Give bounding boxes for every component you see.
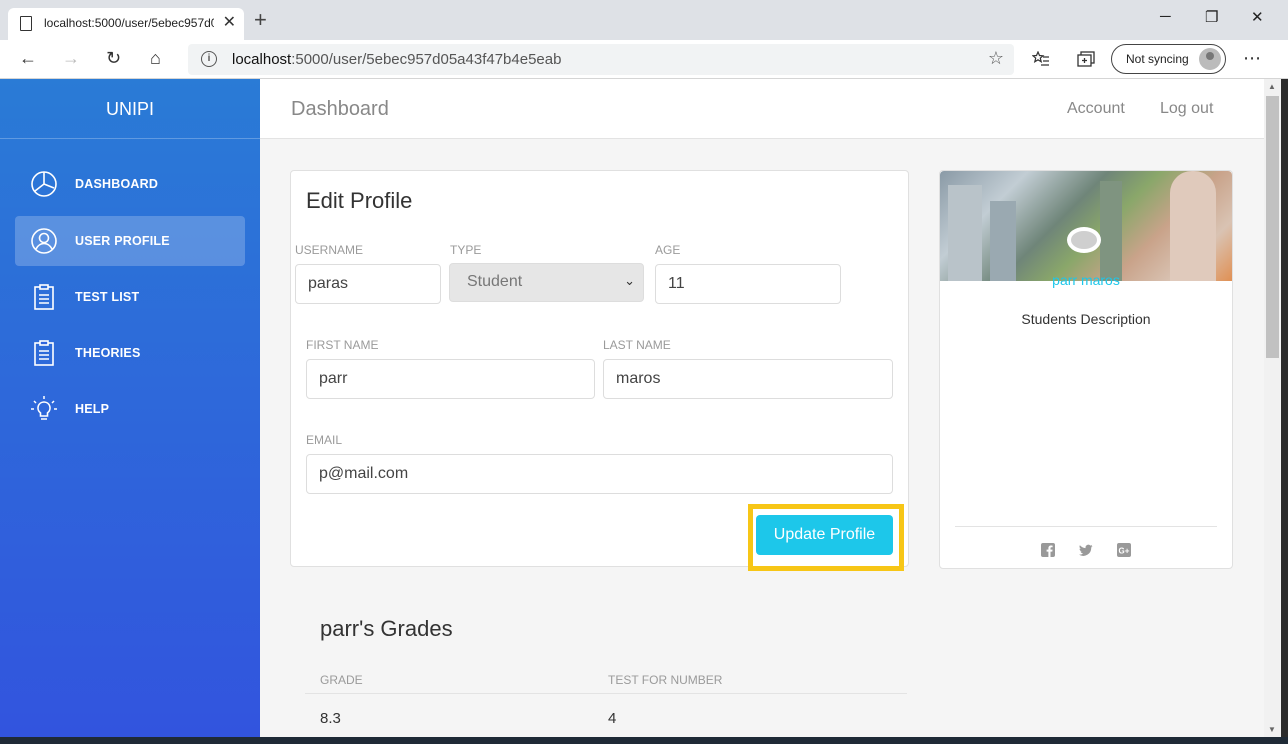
page-icon: [20, 16, 32, 31]
sidebar-item-test-list[interactable]: TEST LIST: [15, 272, 245, 322]
os-taskbar: [0, 737, 1288, 744]
age-label: AGE: [655, 243, 681, 257]
user-card: parr maros Students Description G+: [939, 170, 1233, 569]
minimize-icon[interactable]: ─: [1160, 8, 1171, 25]
edit-profile-title: Edit Profile: [306, 188, 413, 213]
home-icon[interactable]: ⌂: [150, 48, 161, 68]
email-label: EMAIL: [306, 433, 343, 447]
first-name-label: FIRST NAME: [306, 338, 379, 352]
sidebar: UNIPI DASHBOARD USER PROFILE TEST LIST T…: [0, 79, 260, 737]
sidebar-item-theories[interactable]: THEORIES: [15, 328, 245, 378]
page-scrollbar[interactable]: ▲ ▼: [1264, 79, 1281, 737]
type-select[interactable]: Student ⌄: [449, 263, 644, 302]
last-name-label: LAST NAME: [603, 338, 671, 352]
back-icon[interactable]: ←: [19, 48, 37, 68]
address-bar[interactable]: i localhost:5000/user/5ebec957d05a43f47b…: [188, 44, 1014, 75]
sidebar-item-dashboard[interactable]: DASHBOARD: [15, 159, 245, 209]
grade-cell: 8.3: [320, 710, 341, 727]
grades-title: parr's Grades: [320, 616, 453, 641]
close-window-icon[interactable]: ✕: [1251, 8, 1264, 26]
type-label: TYPE: [450, 243, 482, 257]
refresh-icon[interactable]: ↻: [106, 48, 121, 68]
collections-icon[interactable]: [1077, 51, 1095, 68]
brand-logo[interactable]: UNIPI: [0, 79, 260, 139]
scroll-down-icon[interactable]: ▼: [1268, 725, 1276, 734]
account-link[interactable]: Account: [1067, 100, 1125, 118]
username-label: USERNAME: [295, 243, 364, 257]
clipboard-icon: [34, 284, 54, 310]
user-circle-icon: [31, 228, 57, 254]
tab-title: localhost:5000/user/5ebec957d05a43f47b4e…: [44, 16, 214, 30]
grade-column-header: GRADE: [320, 673, 363, 687]
sidebar-item-label: HELP: [75, 402, 110, 416]
google-plus-icon[interactable]: G+: [1117, 543, 1131, 557]
top-navbar: Dashboard Account Log out: [260, 79, 1264, 139]
test-number-cell: 4: [608, 710, 617, 727]
favorites-list-icon[interactable]: [1032, 51, 1050, 67]
restore-icon[interactable]: ❐: [1205, 8, 1218, 26]
scroll-up-icon[interactable]: ▲: [1268, 82, 1276, 91]
divider: [955, 526, 1217, 527]
svg-text:G+: G+: [1119, 547, 1130, 556]
first-name-field[interactable]: parr: [306, 359, 595, 399]
pie-chart-icon: [31, 171, 57, 197]
username-field[interactable]: paras: [295, 264, 441, 304]
profile-avatar: [1199, 48, 1221, 70]
sidebar-item-label: TEST LIST: [75, 290, 140, 304]
forward-icon[interactable]: →: [62, 48, 80, 68]
last-name-field[interactable]: maros: [603, 359, 893, 399]
info-icon[interactable]: i: [201, 51, 217, 67]
browser-toolbar: ← → ↻ ⌂ i localhost:5000/user/5ebec957d0…: [0, 40, 1288, 79]
more-menu-icon[interactable]: ⋯: [1243, 48, 1261, 68]
app-viewport: UNIPI DASHBOARD USER PROFILE TEST LIST T…: [0, 79, 1264, 737]
sidebar-item-help[interactable]: HELP: [15, 384, 245, 434]
cover-image: [940, 171, 1232, 281]
clipboard-icon: [34, 340, 54, 366]
update-profile-button[interactable]: Update Profile: [756, 515, 893, 555]
sidebar-item-label: THEORIES: [75, 346, 141, 360]
sidebar-item-label: USER PROFILE: [75, 234, 170, 248]
favorite-star-icon[interactable]: ☆: [988, 48, 1004, 69]
sync-label: Not syncing: [1126, 52, 1189, 66]
page-title[interactable]: Dashboard: [291, 98, 389, 121]
browser-tab[interactable]: localhost:5000/user/5ebec957d05a43f47b4e…: [8, 8, 244, 40]
facebook-icon[interactable]: [1041, 543, 1055, 557]
chevron-down-icon: ⌄: [624, 273, 635, 288]
new-tab-icon[interactable]: +: [254, 9, 267, 31]
scrollbar-thumb[interactable]: [1266, 96, 1279, 358]
email-field[interactable]: p@mail.com: [306, 454, 893, 494]
sidebar-item-label: DASHBOARD: [75, 177, 159, 191]
sidebar-item-user-profile[interactable]: USER PROFILE: [15, 216, 245, 266]
profile-description: Students Description: [1021, 311, 1151, 327]
avatar[interactable]: [1067, 227, 1101, 253]
sync-button[interactable]: Not syncing: [1111, 44, 1226, 74]
age-field[interactable]: 11: [655, 264, 841, 304]
tab-close-icon[interactable]: ✕: [223, 12, 236, 32]
profile-name[interactable]: parr maros: [940, 272, 1232, 288]
lightbulb-icon: [31, 396, 57, 420]
table-header-divider: [305, 693, 907, 694]
browser-tab-bar: localhost:5000/user/5ebec957d05a43f47b4e…: [0, 0, 1288, 40]
test-number-column-header: TEST FOR NUMBER: [608, 673, 723, 687]
twitter-icon[interactable]: [1079, 543, 1093, 557]
url-text[interactable]: localhost:5000/user/5ebec957d05a43f47b4e…: [232, 51, 561, 68]
logout-link[interactable]: Log out: [1160, 100, 1213, 118]
